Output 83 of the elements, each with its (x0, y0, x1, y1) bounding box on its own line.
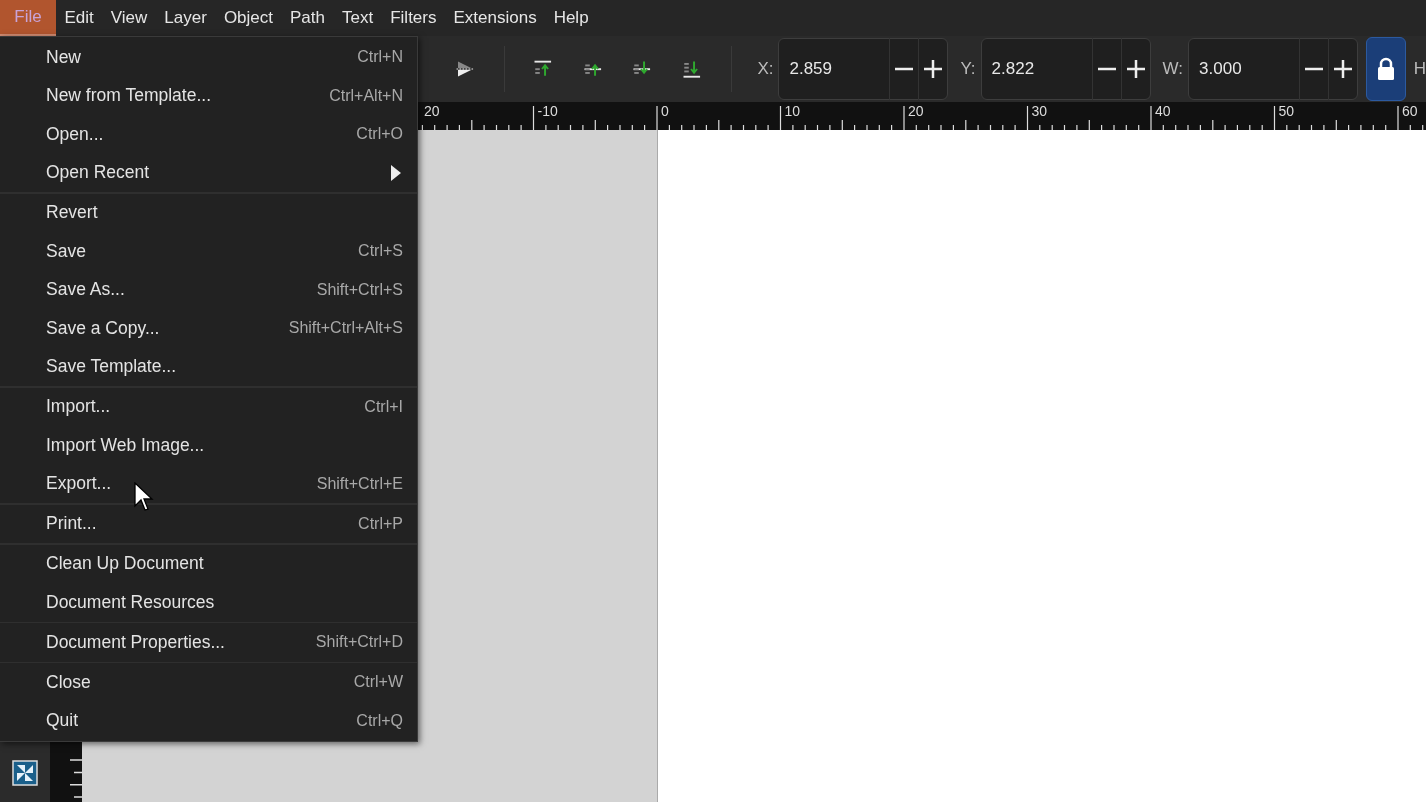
ruler-label: -10 (537, 103, 558, 119)
field-label: X: (757, 59, 774, 79)
menu-item[interactable]: Object (215, 0, 282, 36)
menu-item[interactable]: Import Web Image... (0, 426, 417, 465)
menu-item[interactable]: Document Properties... Shift+Ctrl+D (0, 623, 417, 662)
menu-item-label: New from Template... (46, 85, 212, 107)
field-label: H (1413, 59, 1426, 79)
menu-item-label: Save (46, 240, 87, 262)
number-spin-field[interactable]: 2.822 (980, 38, 1151, 100)
menu-item-label: Save Template... (46, 356, 178, 378)
menu-item-label: Document Properties... (46, 631, 226, 653)
shortcut-text: Shift+Ctrl+D (315, 633, 403, 652)
ruler-label: 20 (424, 103, 440, 119)
menu-item[interactable]: Text (333, 0, 382, 36)
menu-item[interactable]: Filters (381, 0, 445, 36)
menu-item-label: Clean Up Document (46, 553, 205, 575)
ruler-label: 40 (1155, 103, 1171, 119)
menu-item-label: Quit (46, 710, 80, 732)
shortcut-text: Ctrl+O (356, 125, 403, 144)
menu-item[interactable]: New from Template... Ctrl+Alt+N (0, 76, 417, 115)
mouse-pointer-icon (134, 482, 154, 512)
plus-icon[interactable] (1125, 59, 1146, 79)
menu-item[interactable]: Export... Shift+Ctrl+E (0, 464, 417, 503)
number-input[interactable]: 2.822 (981, 59, 1092, 79)
shortcut-text: Ctrl+I (364, 397, 403, 416)
menu-item-label: New (46, 46, 82, 68)
shortcut-text: Ctrl+N (357, 48, 403, 67)
menu-item[interactable]: Help (545, 0, 598, 36)
plus-icon[interactable] (1333, 59, 1354, 79)
ruler-label: 50 (1278, 103, 1295, 119)
menu-item[interactable]: Layer (155, 0, 216, 36)
ruler-label: 30 (1031, 103, 1048, 119)
ruler-label: 10 (784, 103, 801, 119)
number-spin-field[interactable]: 3.000 (1188, 38, 1359, 100)
shortcut-text: Shift+Ctrl+S (316, 280, 403, 299)
shortcut-text: Ctrl+Alt+N (329, 86, 403, 105)
shortcut-text: Ctrl+S (358, 242, 403, 261)
menu-item[interactable]: Save As... Shift+Ctrl+S (0, 270, 417, 309)
shortcut-text: Shift+Ctrl+E (316, 474, 403, 493)
menu-item[interactable]: Save Ctrl+S (0, 232, 417, 271)
menu-item[interactable]: Close Ctrl+W (0, 663, 417, 702)
menu-item[interactable]: Open... Ctrl+O (0, 115, 417, 154)
number-input[interactable]: 2.859 (779, 59, 890, 79)
menu-item[interactable]: View (102, 0, 156, 36)
menu-item-label: Document Resources (46, 591, 216, 613)
plus-icon[interactable] (923, 59, 944, 79)
shortcut-text: Shift+Ctrl+Alt+S (288, 319, 403, 338)
menu-item[interactable]: Save a Copy... Shift+Ctrl+Alt+S (0, 309, 417, 348)
field-label: W: (1162, 59, 1184, 79)
pinwheel-tool-icon[interactable] (12, 760, 38, 786)
ruler-label: 60 (1402, 103, 1418, 119)
field-label: Y: (960, 59, 976, 79)
shortcut-text: Ctrl+P (358, 514, 403, 533)
menu-item[interactable]: Document Resources (0, 583, 417, 622)
menu-item[interactable]: Clean Up Document (0, 544, 417, 583)
menu-item-label: Revert (46, 202, 99, 224)
menu-item-label: Close (46, 671, 92, 693)
menu-item[interactable]: Quit Ctrl+Q (0, 701, 417, 740)
shortcut-text: Ctrl+Q (356, 711, 403, 730)
menu-item[interactable]: Print... Ctrl+P (0, 504, 417, 543)
menu-item-label: Export... (46, 473, 113, 495)
ruler-label: 20 (908, 103, 924, 119)
menu-item[interactable]: Edit (56, 0, 103, 36)
menu-item-label: Print... (46, 513, 98, 535)
menu-item-label: Save As... (46, 279, 126, 301)
menu-item[interactable]: Open Recent (0, 153, 417, 192)
menu-item[interactable]: Import... Ctrl+I (0, 387, 417, 426)
ruler-label: 0 (661, 103, 669, 119)
menu-item-label: Import... (46, 396, 112, 418)
menu-item[interactable]: Path (281, 0, 334, 36)
menu-item[interactable]: Revert (0, 193, 417, 232)
menu-item-label: Save a Copy... (46, 317, 161, 339)
menu-item-label: Open Recent (46, 162, 151, 184)
lock-icon (1375, 57, 1396, 81)
menu-item[interactable]: New Ctrl+N (0, 38, 417, 77)
menu-item[interactable]: Extensions (444, 0, 546, 36)
menu-item-label: Open... (46, 123, 105, 145)
number-input[interactable]: 3.000 (1189, 59, 1300, 79)
menu-item-label: Import Web Image... (46, 434, 206, 456)
number-spin-field[interactable]: 2.859 (778, 38, 949, 100)
lock-button[interactable] (1366, 37, 1406, 101)
menu-item[interactable]: Save Template... (0, 347, 417, 386)
shortcut-text: Ctrl+W (353, 673, 403, 692)
